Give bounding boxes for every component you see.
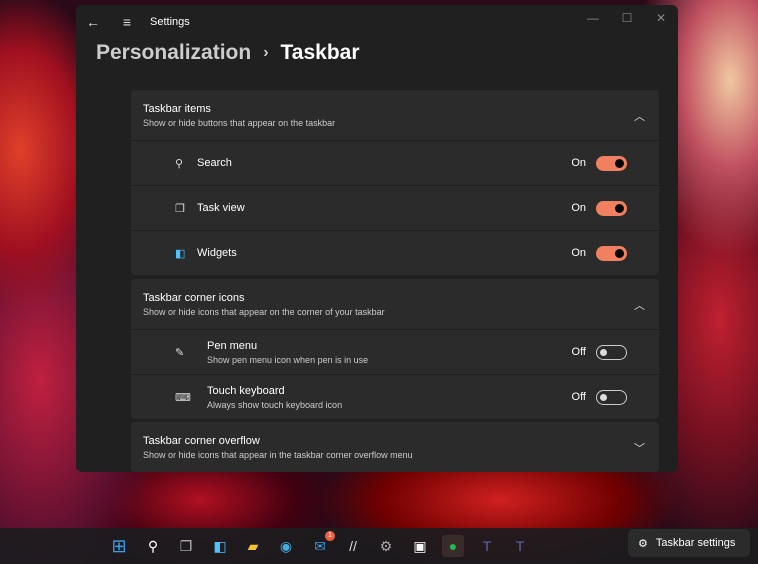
app-icon[interactable]: // (342, 535, 364, 557)
task-view-icon[interactable]: ❐ (175, 535, 197, 557)
teams-icon-2[interactable]: T (509, 535, 531, 557)
section-title: Taskbar items (143, 103, 211, 115)
file-explorer-icon[interactable]: ▰ (242, 535, 264, 557)
section-header[interactable]: Taskbar items Show or hide buttons that a… (131, 90, 659, 140)
mail-icon[interactable]: ✉ 1 (309, 531, 335, 557)
setting-label: Search (197, 157, 232, 169)
toggle-state: On (571, 247, 586, 259)
setting-row-search: ⚲ Search On (131, 140, 659, 185)
breadcrumb-personalization[interactable]: Personalization (96, 41, 251, 65)
pen-menu-toggle[interactable] (596, 344, 627, 360)
search-icon: ⚲ (175, 157, 184, 170)
setting-desc: Show pen menu icon when pen is in use (207, 354, 369, 365)
gear-icon: ⚙ (638, 537, 648, 550)
setting-label: Pen menu (207, 339, 258, 352)
setting-row-task-view: ❐ Task view On (131, 185, 659, 230)
task-view-icon: ❐ (175, 202, 185, 215)
search-toggle[interactable] (596, 155, 627, 171)
chevron-up-icon[interactable]: ︿ (634, 108, 645, 124)
tooltip-label: Taskbar settings (655, 537, 736, 549)
toggle-state: Off (571, 391, 586, 403)
taskbar-settings-tooltip[interactable]: ⚙ Taskbar settings (628, 529, 750, 557)
search-icon[interactable]: ⚲ (142, 535, 164, 557)
edge-icon[interactable]: ◉ (275, 535, 297, 557)
chevron-up-icon[interactable]: ︿ (634, 297, 645, 313)
setting-desc: Always show touch keyboard icon (207, 399, 343, 410)
minimize-button[interactable]: — (576, 5, 610, 31)
section-desc: Show or hide icons that appear in the ta… (143, 450, 413, 460)
widgets-icon[interactable]: ◧ (209, 535, 231, 557)
settings-icon[interactable]: ⚙ (375, 535, 397, 557)
setting-row-widgets: ◧ Widgets On (131, 230, 659, 275)
section-desc: Show or hide icons that appear on the co… (143, 307, 385, 317)
section-title: Taskbar corner icons (143, 292, 245, 304)
mail-badge: 1 (325, 531, 335, 541)
setting-label: Widgets (197, 247, 237, 259)
section-desc: Show or hide buttons that appear on the … (143, 118, 336, 128)
section-header[interactable]: Taskbar corner overflow Show or hide icon… (131, 422, 659, 472)
taskbar-items-section: Taskbar items Show or hide buttons that a… (131, 90, 659, 275)
keyboard-icon: ⌨ (175, 391, 191, 404)
toggle-state: On (571, 157, 586, 169)
menu-icon[interactable]: ≡ (110, 14, 144, 30)
close-button[interactable]: ✕ (644, 5, 678, 31)
taskbar-corner-overflow-section: Taskbar corner overflow Show or hide icon… (131, 422, 659, 472)
start-icon[interactable]: ⊞ (108, 535, 130, 557)
chevron-down-icon[interactable]: ﹀ (634, 440, 645, 456)
pen-icon: ✎ (175, 346, 185, 359)
back-icon[interactable]: ← (76, 14, 110, 30)
teams-icon[interactable]: T (476, 535, 498, 557)
section-header[interactable]: Taskbar corner icons Show or hide icons t… (131, 279, 659, 329)
maximize-button[interactable]: ☐ (610, 5, 644, 31)
task-view-toggle[interactable] (596, 200, 627, 216)
taskbar-corner-icons-section: Taskbar corner icons Show or hide icons t… (131, 279, 659, 419)
window-title: Settings (150, 16, 190, 28)
setting-row-touch-keyboard: ⌨ Touch keyboard Always show touch keyboar… (131, 374, 659, 419)
widgets-toggle[interactable] (596, 245, 627, 261)
spotify-icon[interactable]: ● (442, 535, 464, 557)
page-title: Taskbar (280, 41, 360, 64)
touch-keyboard-toggle[interactable] (596, 389, 627, 405)
setting-label: Touch keyboard (207, 384, 285, 397)
settings-window: ← ≡ Settings — ☐ ✕ Personalization › Taskb… (76, 5, 678, 472)
toggle-state: Off (571, 346, 586, 358)
setting-row-pen-menu: ✎ Pen menu Show pen menu icon when pen is … (131, 329, 659, 374)
widgets-icon: ◧ (175, 247, 186, 260)
breadcrumb-separator: › (263, 44, 269, 61)
breadcrumb: Personalization › Taskbar (96, 41, 360, 65)
toggle-state: On (571, 202, 586, 214)
setting-label: Task view (197, 202, 245, 214)
store-icon[interactable]: ▣ (409, 535, 431, 557)
section-title: Taskbar corner overflow (143, 435, 260, 447)
